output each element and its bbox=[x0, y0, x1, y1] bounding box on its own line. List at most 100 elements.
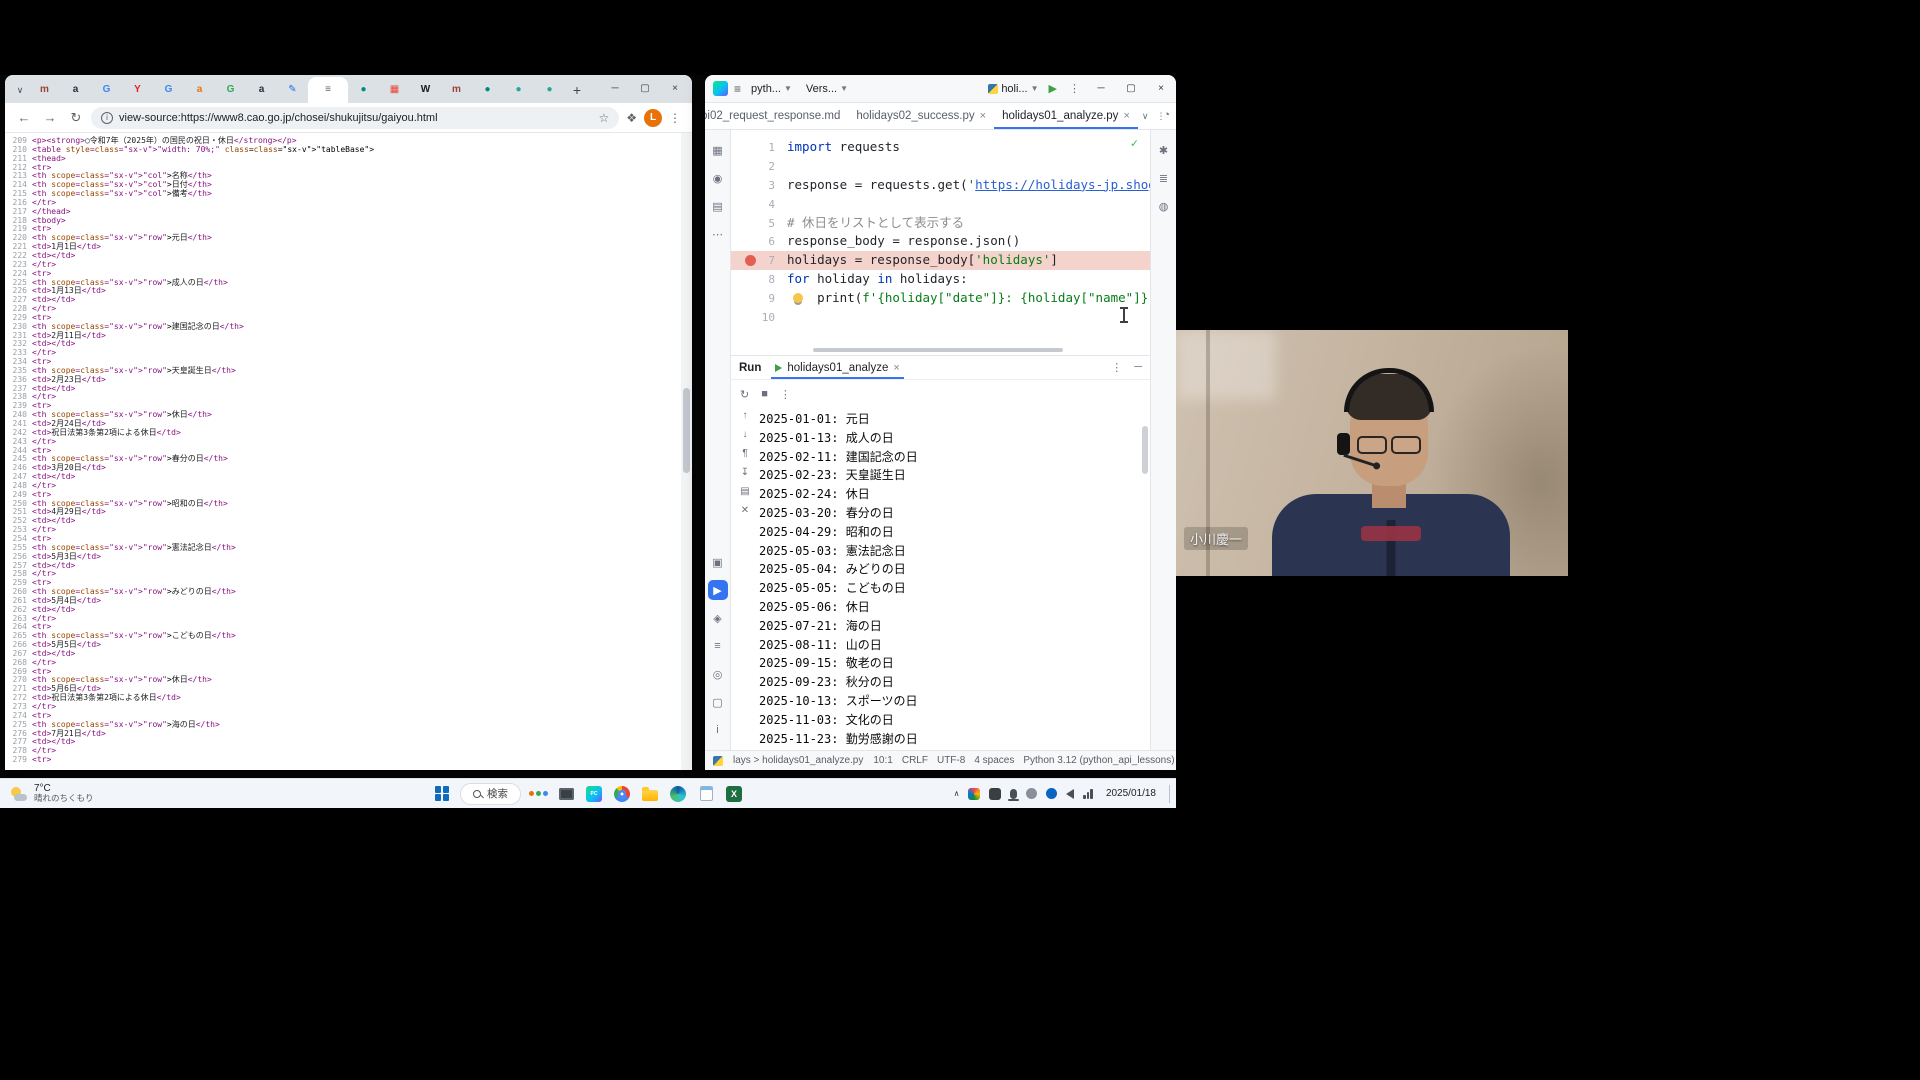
editor-tab[interactable]: holidays02_success.py × bbox=[848, 103, 994, 129]
code-line[interactable]: 6 response_body = response.json() bbox=[731, 232, 1150, 251]
browser-scrollbar[interactable] bbox=[681, 133, 692, 770]
volume-icon[interactable] bbox=[1066, 788, 1075, 799]
line-number[interactable]: 1 bbox=[731, 139, 775, 158]
browser-tab[interactable]: a bbox=[246, 77, 277, 103]
close-run-tab-icon[interactable]: × bbox=[893, 362, 899, 374]
browser-tab[interactable]: G bbox=[91, 77, 122, 103]
tray-app2-icon[interactable] bbox=[989, 787, 1002, 800]
more-actions-icon[interactable]: ⋮ bbox=[1063, 82, 1086, 95]
browser-tab[interactable]: Y bbox=[122, 77, 153, 103]
page-info-icon[interactable]: i bbox=[101, 111, 113, 124]
browser-tab[interactable]: G bbox=[153, 77, 184, 103]
line-number[interactable]: 3 bbox=[731, 177, 775, 196]
code-line[interactable]: 4 bbox=[731, 195, 1150, 214]
code-line[interactable]: 1 import requests bbox=[731, 138, 1150, 157]
network-icon[interactable] bbox=[1083, 788, 1093, 799]
editor-tab[interactable]: pi02_request_response.md bbox=[705, 103, 848, 129]
close-tab-icon[interactable]: × bbox=[1123, 110, 1129, 122]
line-number[interactable]: 6 bbox=[731, 233, 775, 252]
editor-tab[interactable]: holidays01_analyze.py × bbox=[994, 103, 1138, 129]
terminal-icon[interactable]: ▢ bbox=[708, 692, 728, 712]
run-panel-options-icon[interactable]: ⋮ bbox=[1111, 361, 1122, 374]
browser-tab[interactable]: ● bbox=[348, 77, 379, 103]
new-tab-button[interactable]: + bbox=[565, 78, 589, 102]
weather-widget[interactable]: 7°C 晴れのちくもり bbox=[0, 779, 104, 808]
notepad-taskbar-icon[interactable] bbox=[696, 783, 716, 805]
browser-tab[interactable]: ≡ bbox=[308, 77, 348, 103]
run-tool-window-icon[interactable]: ▶ bbox=[707, 580, 728, 600]
maximize-button[interactable]: ▢ bbox=[630, 75, 660, 101]
minimize-button[interactable]: ─ bbox=[600, 75, 630, 101]
browser-tab[interactable]: ● bbox=[503, 77, 534, 103]
browser-tab[interactable]: ● bbox=[534, 77, 565, 103]
code-line[interactable]: 10 bbox=[731, 308, 1150, 327]
forward-icon[interactable]: → bbox=[39, 107, 61, 129]
project-selector[interactable]: pyth... ▼ bbox=[747, 81, 796, 97]
code-line[interactable]: 9 print(f'{holiday["date"]}: {holiday["n… bbox=[731, 289, 1150, 308]
browser-tab[interactable]: G bbox=[215, 77, 246, 103]
rerun-icon[interactable]: ↻ bbox=[740, 388, 749, 401]
profile-avatar[interactable]: L bbox=[644, 108, 662, 127]
up-stack-icon[interactable]: ↑ bbox=[743, 410, 748, 421]
code-line[interactable]: 8 for holiday in holidays: bbox=[731, 270, 1150, 289]
microphone-tray-icon[interactable] bbox=[1008, 788, 1020, 801]
pycharm-taskbar-icon[interactable] bbox=[584, 783, 604, 805]
caret-position[interactable]: 10:1 bbox=[873, 755, 892, 766]
notifications-bell-icon[interactable]: ◔ bbox=[1163, 109, 1170, 121]
edge-taskbar-icon[interactable] bbox=[668, 783, 688, 805]
indent-setting[interactable]: 4 spaces bbox=[974, 755, 1014, 766]
browser-tab[interactable]: W bbox=[410, 77, 441, 103]
hidden-icons-chevron[interactable]: ∧ bbox=[954, 789, 960, 798]
project-tool-icon[interactable]: ▦ bbox=[708, 140, 728, 160]
breadcrumb[interactable]: lays > holidays01_analyze.py bbox=[733, 755, 863, 766]
hide-panel-icon[interactable]: ─ bbox=[1134, 361, 1142, 374]
reload-icon[interactable]: ↻ bbox=[65, 107, 87, 129]
hidden-tabs-chevron-icon[interactable]: ∨ bbox=[1138, 111, 1153, 122]
line-number[interactable]: 4 bbox=[731, 196, 775, 215]
soft-wrap-icon[interactable]: ¶ bbox=[742, 448, 747, 459]
more-tools-icon[interactable]: ⋯ bbox=[708, 224, 728, 244]
code-line[interactable]: 5 # 休日をリストとして表示する bbox=[731, 214, 1150, 233]
browser-tab[interactable]: ● bbox=[472, 77, 503, 103]
start-button[interactable] bbox=[432, 783, 452, 805]
line-ending[interactable]: CRLF bbox=[902, 755, 928, 766]
code-line[interactable]: 2 bbox=[731, 157, 1150, 176]
show-desktop-button[interactable] bbox=[1169, 784, 1172, 803]
tab-search-chevron-icon[interactable]: ∨ bbox=[11, 77, 29, 103]
close-tab-icon[interactable]: × bbox=[980, 110, 986, 122]
excel-taskbar-icon[interactable] bbox=[724, 783, 744, 805]
code-line[interactable]: 3 response = requests.get('https://holida… bbox=[731, 176, 1150, 195]
run-button-icon[interactable]: ▶ bbox=[1043, 82, 1063, 95]
close-button[interactable]: × bbox=[660, 75, 690, 101]
search-box[interactable]: 検索 bbox=[460, 782, 521, 805]
scroll-to-end-icon[interactable]: ↧ bbox=[741, 467, 749, 478]
clear-console-icon[interactable]: ✕ bbox=[741, 505, 749, 516]
browser-tab[interactable]: a bbox=[184, 77, 215, 103]
editor-hscrollbar[interactable] bbox=[813, 348, 1063, 352]
file-explorer-icon[interactable] bbox=[640, 783, 660, 805]
gradle-icon[interactable]: ◍ bbox=[1154, 196, 1174, 216]
tray-status-icon[interactable] bbox=[1026, 788, 1038, 799]
line-number[interactable]: 2 bbox=[731, 158, 775, 177]
run-console[interactable]: 2025-01-01: 元日 2025-01-13: 成人の日 2025-02-11… bbox=[759, 408, 1150, 750]
minimize-button[interactable]: ─ bbox=[1086, 75, 1116, 102]
browser-tab[interactable]: ▦ bbox=[379, 77, 410, 103]
view-source-pane[interactable]: 209 <p><strong>○令和7年（2025年）の国民の祝日・休日</str… bbox=[5, 133, 692, 770]
address-bar[interactable]: i view-source:https://www8.cao.go.jp/cho… bbox=[91, 106, 620, 129]
maximize-button[interactable]: ▢ bbox=[1116, 75, 1146, 102]
scrollbar-thumb[interactable] bbox=[683, 388, 690, 473]
interpreter-setting[interactable]: Python 3.12 (python_api_lessons) bbox=[1023, 755, 1174, 766]
line-number[interactable]: 8 bbox=[731, 271, 775, 290]
onedrive-icon[interactable] bbox=[1046, 788, 1058, 799]
python-console-icon[interactable]: ◎ bbox=[708, 664, 728, 684]
print-icon[interactable]: ▤ bbox=[740, 486, 749, 497]
down-stack-icon[interactable]: ↓ bbox=[743, 429, 748, 440]
structure-tool-icon[interactable]: ▤ bbox=[708, 196, 728, 216]
line-number[interactable]: 5 bbox=[731, 215, 775, 234]
pinned-dots-icon[interactable] bbox=[529, 791, 548, 796]
snipping-tool-icon[interactable] bbox=[556, 783, 576, 805]
back-icon[interactable]: ← bbox=[13, 107, 35, 129]
close-button[interactable]: × bbox=[1146, 75, 1176, 102]
code-line[interactable]: 7 holidays = response_body['holidays'] bbox=[731, 251, 1150, 271]
run-tab[interactable]: holidays01_analyze × bbox=[771, 356, 903, 379]
